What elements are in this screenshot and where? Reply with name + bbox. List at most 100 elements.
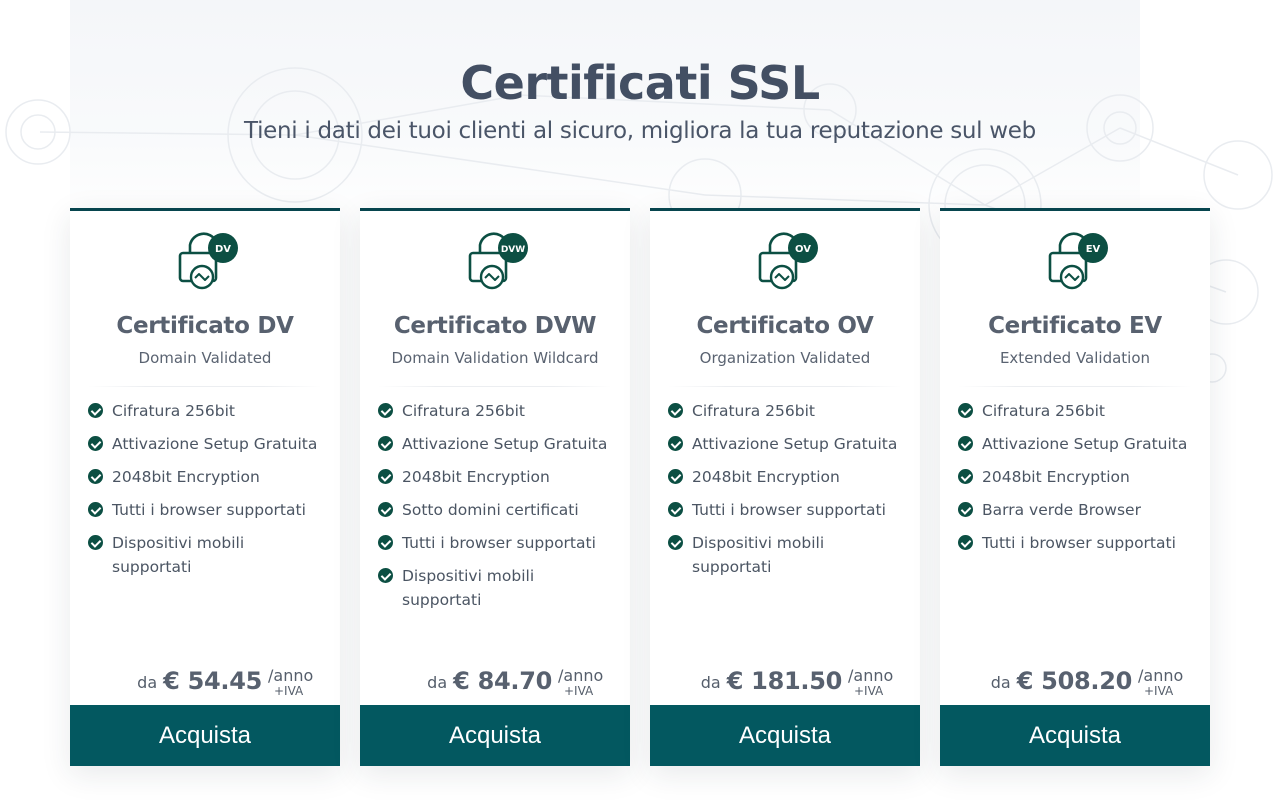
price-prefix: da (137, 673, 158, 692)
card-title: Certificato EV (988, 313, 1162, 339)
ssl-lock-icon: OV (758, 232, 818, 290)
per-year-label: /anno (268, 666, 314, 685)
card-title: Certificato DV (116, 313, 294, 339)
list-item: Attivazione Setup Gratuita (958, 432, 1198, 456)
feature-label: Cifratura 256bit (402, 402, 525, 420)
card-title: Certificato DVW (393, 313, 597, 339)
per-year-label: /anno (848, 666, 894, 685)
per-year-label: /anno (1138, 666, 1184, 685)
feature-label: Cifratura 256bit (982, 402, 1105, 420)
feature-label: Attivazione Setup Gratuita (982, 435, 1188, 453)
ssl-lock-icon: DVW (468, 232, 528, 290)
check-icon (88, 403, 103, 418)
card-ov: OV Certificato OV Organization Validated… (650, 208, 920, 766)
badge-label: OV (795, 244, 811, 255)
check-icon (88, 469, 103, 484)
buy-button[interactable]: Acquista (650, 705, 920, 766)
feature-list: Cifratura 256bit Attivazione Setup Gratu… (378, 399, 618, 621)
feature-label: Sotto domini certificati (402, 501, 579, 519)
feature-label: Dispositivi mobili supportati (402, 567, 535, 609)
list-item: Sotto domini certificati (378, 498, 618, 522)
price-amount: € 508.20 (1016, 667, 1133, 695)
buy-button[interactable]: Acquista (70, 705, 340, 766)
card-subtitle: Organization Validated (699, 349, 871, 367)
price-period: /anno +IVA (848, 666, 896, 700)
feature-label: 2048bit Encryption (112, 468, 260, 486)
check-icon (378, 469, 393, 484)
price-period: /anno +IVA (558, 666, 606, 700)
price: da € 84.70 /anno +IVA (427, 666, 606, 700)
card-ev: EV Certificato EV Extended Validation Ci… (940, 208, 1210, 766)
price-period: /anno +IVA (1138, 666, 1186, 700)
price: da € 508.20 /anno +IVA (991, 666, 1186, 700)
ssl-lock-icon: DV (178, 232, 238, 290)
feature-label: Dispositivi mobili supportati (112, 534, 245, 576)
check-icon (378, 502, 393, 517)
price-prefix: da (700, 673, 721, 692)
check-icon (668, 436, 683, 451)
list-item: Dispositivi mobili supportati (668, 531, 908, 579)
card-subtitle: Extended Validation (999, 349, 1151, 367)
feature-label: Dispositivi mobili supportati (692, 534, 825, 576)
list-item: Dispositivi mobili supportati (378, 564, 618, 612)
feature-list: Cifratura 256bit Attivazione Setup Gratu… (88, 399, 328, 588)
badge-label: DV (215, 244, 231, 255)
list-item: Cifratura 256bit (378, 399, 618, 423)
card-dv: DV Certificato DV Domain Validated Cifra… (70, 208, 340, 766)
list-item: Attivazione Setup Gratuita (668, 432, 908, 456)
divider (378, 386, 612, 387)
buy-button[interactable]: Acquista (360, 705, 630, 766)
check-icon (88, 502, 103, 517)
feature-label: Attivazione Setup Gratuita (692, 435, 898, 453)
price-amount: € 84.70 (453, 667, 552, 695)
feature-label: Cifratura 256bit (692, 402, 815, 420)
list-item: 2048bit Encryption (378, 465, 618, 489)
check-icon (958, 535, 973, 550)
feature-label: Cifratura 256bit (112, 402, 235, 420)
divider (88, 386, 322, 387)
list-item: Dispositivi mobili supportati (88, 531, 328, 579)
feature-list: Cifratura 256bit Attivazione Setup Gratu… (668, 399, 908, 588)
list-item: 2048bit Encryption (668, 465, 908, 489)
tax-label: +IVA (1144, 684, 1174, 698)
check-icon (88, 535, 103, 550)
check-icon (378, 568, 393, 583)
price-prefix: da (427, 673, 448, 692)
page-title: Certificati SSL (460, 56, 820, 110)
feature-label: 2048bit Encryption (402, 468, 550, 486)
list-item: 2048bit Encryption (958, 465, 1198, 489)
ssl-lock-icon: EV (1048, 232, 1108, 290)
price-period: /anno +IVA (268, 666, 316, 700)
buy-button[interactable]: Acquista (940, 705, 1210, 766)
list-item: Barra verde Browser (958, 498, 1198, 522)
feature-label: Tutti i browser supportati (402, 534, 596, 552)
card-title: Certificato OV (696, 313, 874, 339)
feature-label: 2048bit Encryption (692, 468, 840, 486)
check-icon (958, 469, 973, 484)
feature-label: Tutti i browser supportati (692, 501, 886, 519)
list-item: 2048bit Encryption (88, 465, 328, 489)
list-item: Cifratura 256bit (88, 399, 328, 423)
check-icon (378, 535, 393, 550)
page-subtitle: Tieni i dati dei tuoi clienti al sicuro,… (244, 118, 1036, 144)
card-subtitle: Domain Validated (138, 349, 272, 367)
feature-label: Attivazione Setup Gratuita (112, 435, 318, 453)
pricing-cards: DV Certificato DV Domain Validated Cifra… (70, 208, 1210, 766)
check-icon (88, 436, 103, 451)
check-icon (958, 436, 973, 451)
price-amount: € 54.45 (163, 667, 262, 695)
card-subtitle: Domain Validation Wildcard (391, 349, 599, 367)
check-icon (668, 535, 683, 550)
tax-label: +IVA (854, 684, 884, 698)
check-icon (378, 403, 393, 418)
check-icon (668, 469, 683, 484)
badge-label: DVW (501, 245, 525, 255)
list-item: Tutti i browser supportati (958, 531, 1198, 555)
per-year-label: /anno (558, 666, 604, 685)
list-item: Tutti i browser supportati (88, 498, 328, 522)
check-icon (958, 502, 973, 517)
price: da € 181.50 /anno +IVA (701, 666, 896, 700)
card-dvw: DVW Certificato DVW Domain Validation Wi… (360, 208, 630, 766)
feature-label: Tutti i browser supportati (982, 534, 1176, 552)
check-icon (958, 403, 973, 418)
